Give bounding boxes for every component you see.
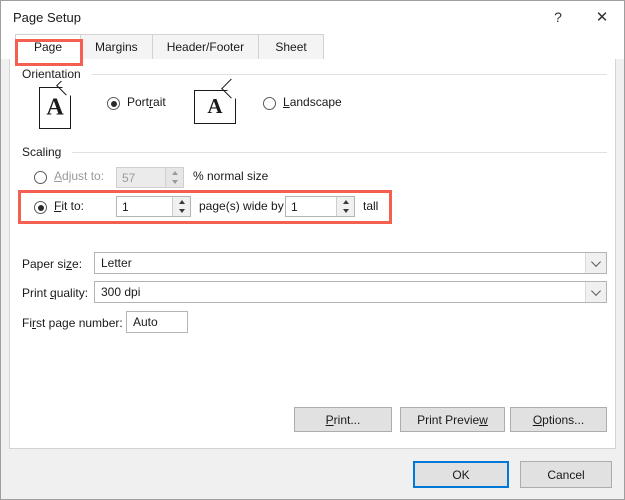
tab-page[interactable]: Page bbox=[15, 34, 81, 59]
page-setup-dialog: Page Setup ? ✕ Page Margins Header/Foote… bbox=[0, 0, 625, 500]
dialog-footer: OK Cancel bbox=[1, 449, 624, 499]
portrait-page-icon: A bbox=[39, 87, 71, 129]
first-page-number-input[interactable]: Auto bbox=[126, 311, 188, 333]
scaling-group-label: Scaling bbox=[22, 145, 67, 159]
fit-to-height-spinner-arrows[interactable] bbox=[336, 197, 354, 216]
paper-size-value: Letter bbox=[95, 253, 585, 273]
fit-to-middle-label: page(s) wide by bbox=[199, 199, 284, 213]
ok-button[interactable]: OK bbox=[413, 461, 509, 488]
portrait-icon-letter: A bbox=[40, 96, 70, 120]
title-bar: Page Setup ? ✕ bbox=[1, 1, 624, 33]
fit-to-label: Fit to: bbox=[54, 199, 84, 213]
help-icon[interactable]: ? bbox=[536, 1, 580, 33]
page-tab-panel: Orientation A Portrait A Landscape Scali… bbox=[9, 59, 616, 449]
portrait-label: Portrait bbox=[127, 95, 166, 109]
first-page-number-label: First page number: bbox=[22, 316, 123, 330]
tab-header-footer[interactable]: Header/Footer bbox=[152, 34, 259, 59]
tab-strip: Page Margins Header/Footer Sheet bbox=[1, 33, 624, 59]
fit-to-radio[interactable] bbox=[34, 201, 47, 214]
adjust-to-spinner-up[interactable] bbox=[166, 168, 183, 178]
title-bar-buttons: ? ✕ bbox=[536, 1, 624, 33]
window-title: Page Setup bbox=[13, 10, 81, 25]
adjust-to-spinner-arrows[interactable] bbox=[165, 168, 183, 187]
landscape-page-icon: A bbox=[194, 90, 236, 124]
adjust-to-label: Adjust to: bbox=[54, 169, 104, 183]
cancel-button[interactable]: Cancel bbox=[520, 461, 612, 488]
adjust-to-radio[interactable] bbox=[34, 171, 47, 184]
scaling-group-separator bbox=[72, 152, 607, 153]
print-preview-button[interactable]: Print Preview bbox=[400, 407, 505, 432]
portrait-radio[interactable] bbox=[107, 97, 120, 110]
print-quality-label: Print quality: bbox=[22, 286, 88, 300]
fit-to-width-spinner[interactable]: 1 bbox=[116, 196, 191, 217]
print-button-label: Print... bbox=[326, 413, 361, 427]
fit-to-width-spinner-down[interactable] bbox=[173, 207, 190, 217]
options-button-label: Options... bbox=[533, 413, 584, 427]
print-button[interactable]: Print... bbox=[294, 407, 392, 432]
orientation-group-label: Orientation bbox=[22, 67, 87, 81]
landscape-radio[interactable] bbox=[263, 97, 276, 110]
orientation-group-separator bbox=[92, 74, 607, 75]
fit-to-width-spinner-up[interactable] bbox=[173, 197, 190, 207]
print-quality-combobox[interactable]: 300 dpi bbox=[94, 281, 607, 303]
close-icon[interactable]: ✕ bbox=[580, 1, 624, 33]
chevron-down-icon[interactable] bbox=[585, 282, 606, 302]
tab-sheet[interactable]: Sheet bbox=[258, 34, 324, 59]
paper-size-combobox[interactable]: Letter bbox=[94, 252, 607, 274]
adjust-to-suffix-label: % normal size bbox=[193, 169, 268, 183]
paper-size-label: Paper size: bbox=[22, 257, 82, 271]
adjust-to-value: 57 bbox=[117, 168, 165, 187]
landscape-label: Landscape bbox=[283, 95, 342, 109]
fit-to-height-value: 1 bbox=[286, 197, 336, 216]
adjust-to-spinner-down[interactable] bbox=[166, 178, 183, 188]
landscape-icon-letter: A bbox=[195, 96, 235, 117]
options-button[interactable]: Options... bbox=[510, 407, 607, 432]
fit-to-height-spinner-up[interactable] bbox=[337, 197, 354, 207]
adjust-to-spinner[interactable]: 57 bbox=[116, 167, 184, 188]
fit-to-suffix-label: tall bbox=[363, 199, 378, 213]
print-quality-value: 300 dpi bbox=[95, 282, 585, 302]
fit-to-width-spinner-arrows[interactable] bbox=[172, 197, 190, 216]
fit-to-width-value: 1 bbox=[117, 197, 172, 216]
fit-to-height-spinner[interactable]: 1 bbox=[285, 196, 355, 217]
chevron-down-icon[interactable] bbox=[585, 253, 606, 273]
tab-margins[interactable]: Margins bbox=[80, 34, 153, 59]
print-preview-button-label: Print Preview bbox=[417, 413, 488, 427]
fit-to-height-spinner-down[interactable] bbox=[337, 207, 354, 217]
